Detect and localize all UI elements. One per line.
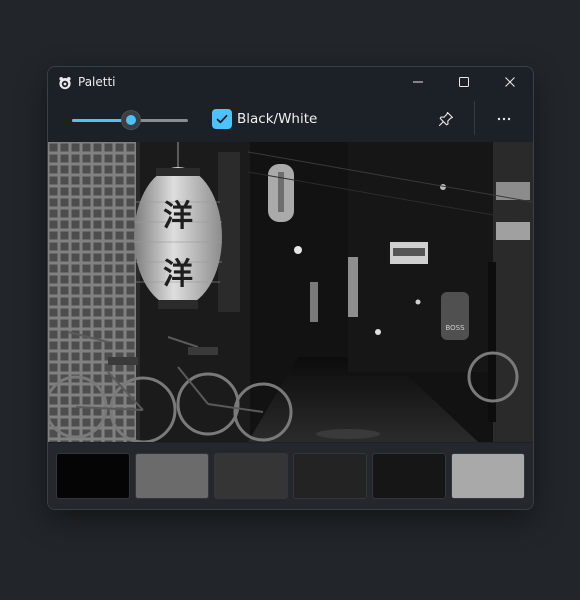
palette-swatch[interactable] xyxy=(135,453,209,499)
maximize-icon xyxy=(459,77,469,87)
photo-night-alley-grayscale: BOSS 洋 洋 xyxy=(48,142,533,442)
toolbar-divider xyxy=(474,101,475,135)
palette-swatch[interactable] xyxy=(56,453,130,499)
checkmark-icon xyxy=(216,114,228,124)
minimize-icon xyxy=(413,81,423,83)
palette-swatch[interactable] xyxy=(214,453,288,499)
paletti-app-icon xyxy=(58,75,72,90)
palette-swatch[interactable] xyxy=(293,453,367,499)
lantern-character-top: 洋 xyxy=(163,199,193,234)
toolbar: Black/White xyxy=(48,97,533,141)
color-count-slider[interactable] xyxy=(72,111,188,129)
app-window: Paletti Black/White BOSS 洋 洋 xyxy=(47,66,534,510)
pin-icon xyxy=(438,111,454,127)
lantern-character-bottom: 洋 xyxy=(163,257,193,292)
source-image[interactable]: BOSS 洋 洋 xyxy=(48,142,533,442)
more-options-button[interactable] xyxy=(489,105,519,133)
pin-button[interactable] xyxy=(431,105,461,133)
black-white-label[interactable]: Black/White xyxy=(237,111,317,127)
maximize-button[interactable] xyxy=(441,67,487,97)
window-title: Paletti xyxy=(78,75,116,89)
color-palette xyxy=(48,443,533,509)
palette-swatch[interactable] xyxy=(372,453,446,499)
close-button[interactable] xyxy=(487,67,533,97)
black-white-checkbox[interactable] xyxy=(212,109,232,129)
title-bar[interactable]: Paletti xyxy=(48,67,533,97)
boss-sign-text: BOSS xyxy=(445,324,465,332)
more-horizontal-icon xyxy=(497,117,511,121)
palette-swatch[interactable] xyxy=(451,453,525,499)
slider-thumb[interactable] xyxy=(122,111,141,129)
close-icon xyxy=(505,77,515,87)
minimize-button[interactable] xyxy=(395,67,441,97)
